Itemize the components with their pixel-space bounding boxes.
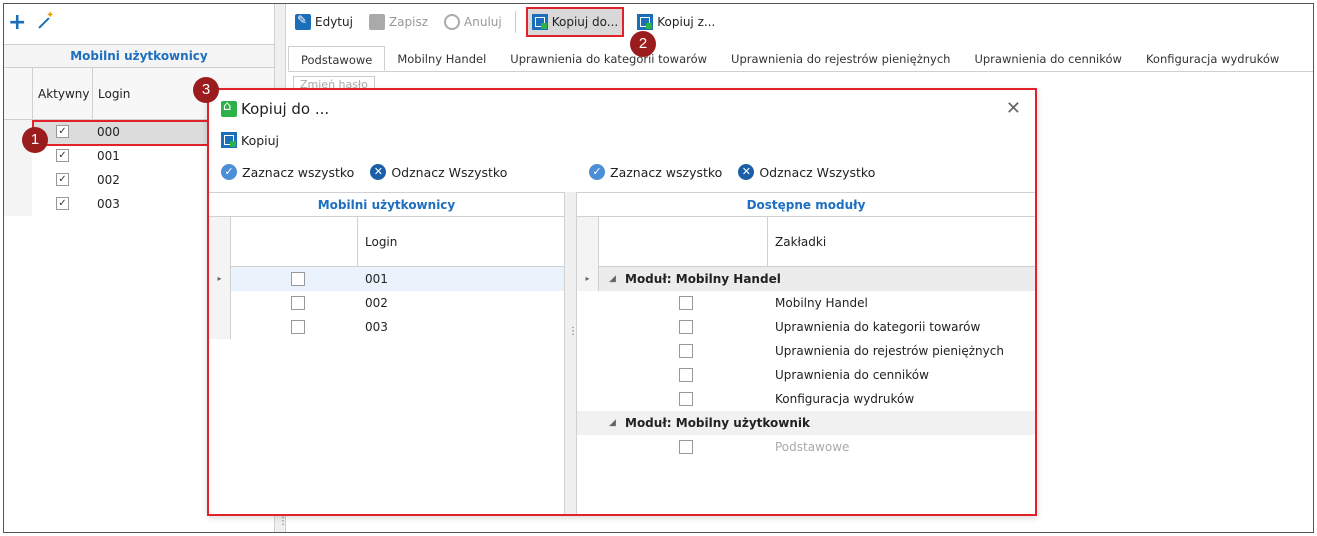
tab-rejestry-pieniezne[interactable]: Uprawnienia do rejestrów pieniężnych (719, 46, 962, 71)
active-checkbox[interactable]: ✓ (56, 149, 69, 162)
home-icon (221, 99, 237, 117)
dialog-splitter[interactable]: ⋮ (564, 192, 578, 514)
left-toolbar: + (4, 4, 274, 42)
edit-icon (295, 13, 311, 30)
module-checkbox[interactable] (679, 392, 693, 406)
save-icon (368, 14, 385, 30)
column-login[interactable]: Login (92, 68, 130, 120)
login-cell: 001 (97, 149, 120, 163)
copy-icon (531, 14, 548, 30)
x-circle-icon: ✕ (738, 164, 755, 180)
table-row[interactable]: 003 (209, 315, 564, 339)
row-indicator-icon: ▸ (577, 267, 599, 291)
copy-icon (637, 14, 654, 30)
x-circle-icon: ✕ (370, 164, 387, 180)
copy-to-button[interactable]: Kopiuj do... (525, 7, 625, 37)
annotation-badge-1: 1 (22, 127, 48, 153)
collapse-icon[interactable]: ◢ (609, 267, 616, 291)
modules-pane-title: Dostępne moduły (577, 193, 1035, 217)
tab-kategorie-towarow[interactable]: Uprawnienia do kategorii towarów (498, 46, 719, 71)
column-active[interactable]: Aktywny (32, 68, 90, 120)
check-circle-icon: ✓ (589, 164, 605, 180)
module-item[interactable]: Konfiguracja wydruków (577, 387, 1035, 411)
user-checkbox[interactable] (291, 320, 305, 334)
module-item[interactable]: Uprawnienia do kategorii towarów (577, 315, 1035, 339)
close-icon[interactable]: ✕ (1006, 98, 1021, 119)
modules-pane: Dostępne moduły Zakładki ▸ ◢ Moduł: Mobi… (577, 192, 1035, 514)
login-cell: 003 (97, 197, 120, 211)
add-icon[interactable]: + (8, 12, 26, 34)
deselect-all-modules-button[interactable]: ✕ Odznacz Wszystko (738, 164, 875, 180)
users-panel-title: Mobilni użytkownicy (4, 44, 274, 68)
users-pane: Mobilni użytkownicy Login ▸ 001 002 003 (209, 192, 564, 514)
module-item[interactable]: Podstawowe (577, 435, 1035, 459)
tab-cenniki[interactable]: Uprawnienia do cenników (962, 46, 1134, 71)
undo-icon (444, 14, 461, 30)
tab-wydruki[interactable]: Konfiguracja wydruków (1134, 46, 1291, 71)
copy-to-dialog: Kopiuj do ... ✕ Kopiuj ✓ Zaznacz wszystk… (207, 88, 1037, 516)
active-checkbox[interactable]: ✓ (56, 173, 69, 186)
users-pane-header: Login (209, 217, 564, 267)
table-row[interactable]: 002 (209, 291, 564, 315)
module-item[interactable]: Mobilny Handel (577, 291, 1035, 315)
module-checkbox[interactable] (679, 344, 693, 358)
module-checkbox[interactable] (679, 368, 693, 382)
login-cell: 002 (365, 296, 388, 310)
copy-button[interactable]: Kopiuj (221, 132, 279, 148)
left-selection-buttons: ✓ Zaznacz wszystko ✕ Odznacz Wszystko (221, 164, 507, 180)
copy-icon (221, 132, 237, 148)
module-checkbox[interactable] (679, 320, 693, 334)
column-login[interactable]: Login (365, 217, 397, 267)
select-all-users-button[interactable]: ✓ Zaznacz wszystko (221, 164, 354, 180)
main-toolbar: Edytuj Zapisz Anuluj Kopiuj do... Kopiuj… (288, 4, 718, 40)
login-cell: 001 (365, 272, 388, 286)
toolbar-divider (514, 11, 516, 33)
table-row[interactable]: ▸ 001 (209, 267, 564, 291)
module-checkbox[interactable] (679, 440, 693, 454)
tab-mobilny-handel[interactable]: Mobilny Handel (385, 46, 498, 71)
annotation-badge-2: 2 (630, 31, 656, 57)
user-checkbox[interactable] (291, 296, 305, 310)
collapse-icon[interactable]: ◢ (609, 411, 616, 435)
select-all-modules-button[interactable]: ✓ Zaznacz wszystko (589, 164, 722, 180)
magic-wand-icon[interactable] (34, 10, 54, 33)
tab-podstawowe[interactable]: Podstawowe (288, 46, 386, 71)
deselect-all-users-button[interactable]: ✕ Odznacz Wszystko (370, 164, 507, 180)
splitter-grip-icon: ⋮ (278, 516, 288, 527)
modules-pane-header: Zakładki (577, 217, 1035, 267)
tab-bar: Podstawowe Mobilny Handel Uprawnienia do… (288, 46, 1313, 72)
users-pane-title: Mobilni użytkownicy (209, 193, 564, 217)
module-item[interactable]: Uprawnienia do rejestrów pieniężnych (577, 339, 1035, 363)
save-button[interactable]: Zapisz (366, 10, 431, 34)
dialog-title: Kopiuj do ... (221, 99, 329, 118)
login-cell: 002 (97, 173, 120, 187)
login-cell: 003 (365, 320, 388, 334)
module-item[interactable]: Uprawnienia do cenników (577, 363, 1035, 387)
cancel-button[interactable]: Anuluj (441, 10, 505, 34)
column-tabs[interactable]: Zakładki (775, 217, 826, 267)
right-selection-buttons: ✓ Zaznacz wszystko ✕ Odznacz Wszystko (589, 164, 875, 180)
active-checkbox[interactable]: ✓ (56, 197, 69, 210)
user-checkbox[interactable] (291, 272, 305, 286)
module-group-mobilny-handel[interactable]: ▸ ◢ Moduł: Mobilny Handel (577, 267, 1035, 291)
selected-row-highlight (32, 120, 209, 146)
edit-button[interactable]: Edytuj (292, 10, 356, 34)
module-checkbox[interactable] (679, 296, 693, 310)
annotation-badge-3: 3 (193, 77, 219, 103)
copy-from-button[interactable]: Kopiuj z... (634, 10, 718, 34)
module-group-mobilny-uzytkownik[interactable]: ◢ Moduł: Mobilny użytkownik (577, 411, 1035, 435)
row-indicator-icon: ▸ (209, 267, 231, 291)
check-circle-icon: ✓ (221, 164, 237, 180)
